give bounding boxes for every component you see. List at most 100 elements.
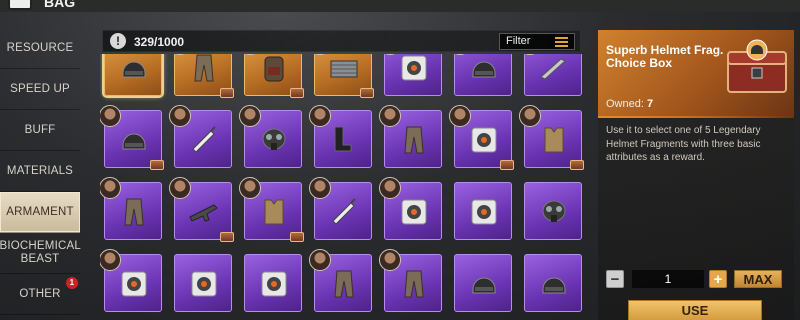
chest-icon — [360, 88, 374, 98]
inventory-item[interactable] — [454, 182, 512, 240]
filter-icon — [555, 37, 568, 47]
inventory-item[interactable] — [309, 249, 372, 312]
chest-icon — [220, 232, 234, 242]
category-resource[interactable]: RESOURCE — [0, 28, 80, 69]
inventory-item[interactable] — [524, 254, 582, 312]
filter-label: Filter — [506, 35, 531, 47]
category-label: SPEED UP — [10, 82, 70, 95]
inventory-item[interactable] — [519, 54, 582, 96]
owned-count-row: Owned: 7 — [606, 98, 653, 110]
hero-portrait — [169, 177, 191, 199]
boots-icon — [334, 126, 352, 152]
inventory-item[interactable] — [244, 254, 302, 312]
filter-button[interactable]: Filter — [499, 33, 575, 50]
hero-portrait — [100, 177, 121, 199]
inventory-item[interactable] — [174, 254, 232, 312]
chest-icon — [290, 88, 304, 98]
category-label: ARMAMENT — [6, 205, 74, 218]
quantity-input[interactable]: 1 — [632, 270, 704, 288]
inventory-item[interactable] — [100, 249, 162, 312]
hero-portrait — [379, 249, 401, 271]
category-materials[interactable]: MATERIALS — [0, 151, 80, 192]
category-speed-up[interactable]: SPEED UP — [0, 69, 80, 110]
blade-icon — [540, 58, 566, 80]
category-buff[interactable]: BUFF — [0, 110, 80, 151]
category-biochemical-beast[interactable]: BIOCHEMICAL BEAST — [0, 233, 81, 274]
hero-portrait — [379, 177, 401, 199]
inventory-item[interactable] — [239, 177, 304, 242]
helmet-icon — [122, 133, 146, 150]
inventory-item[interactable] — [100, 105, 164, 170]
quantity-stepper: − 1 + MAX — [606, 270, 792, 290]
inventory-item[interactable] — [169, 54, 234, 98]
inventory-item[interactable] — [309, 177, 372, 240]
gas-mask-icon — [262, 128, 286, 150]
inventory-item[interactable] — [104, 54, 162, 96]
trousers-icon — [194, 54, 214, 82]
max-button[interactable]: MAX — [734, 270, 782, 288]
inventory-item[interactable] — [519, 105, 584, 170]
gas-mask-icon — [542, 200, 566, 222]
fragment-box-icon — [121, 271, 147, 297]
chest-icon — [570, 160, 584, 170]
category-label: BUFF — [24, 123, 56, 136]
fragment-box-icon — [471, 199, 497, 225]
increase-button[interactable]: + — [709, 270, 727, 288]
crate-icon — [330, 60, 358, 78]
syringe-icon — [192, 126, 216, 153]
top-bar: BAG — [0, 0, 800, 12]
fragment-box-icon — [471, 127, 497, 153]
hero-portrait — [309, 249, 331, 271]
hero-portrait — [100, 105, 121, 127]
inventory-item[interactable] — [169, 177, 234, 242]
inventory-item[interactable] — [239, 54, 304, 98]
use-button[interactable]: USE — [628, 300, 762, 320]
inventory-item[interactable] — [379, 249, 442, 312]
inventory-item[interactable] — [379, 54, 442, 96]
inventory-item[interactable] — [100, 177, 162, 240]
hero-portrait — [239, 105, 261, 127]
category-other[interactable]: OTHER 1 — [0, 274, 80, 315]
divider — [598, 116, 794, 118]
helmet-icon — [472, 277, 496, 294]
hero-portrait — [309, 177, 331, 199]
fragment-box-icon — [401, 199, 427, 225]
trousers-icon — [124, 198, 144, 226]
inventory-item[interactable] — [309, 54, 374, 98]
inventory-item[interactable] — [239, 105, 302, 168]
inventory-item[interactable] — [379, 105, 442, 168]
hero-portrait — [239, 177, 261, 199]
category-label: BIOCHEMICAL BEAST — [0, 240, 81, 265]
hero-portrait — [169, 105, 191, 127]
inventory-item[interactable] — [454, 254, 512, 312]
inventory-item[interactable] — [379, 177, 442, 240]
item-detail-header: Superb Helmet Frag. Choice Box Owned: 7 — [598, 30, 794, 118]
inventory-item[interactable] — [309, 105, 372, 168]
category-armament[interactable]: ARMAMENT — [0, 192, 80, 233]
inventory-item[interactable] — [449, 54, 512, 96]
chest-icon — [290, 232, 304, 242]
decrease-button[interactable]: − — [606, 270, 624, 288]
category-sidebar: RESOURCE SPEED UP BUFF MATERIALS ARMAMEN… — [0, 28, 81, 315]
capacity-bar: ! 329/1000 Filter — [102, 30, 580, 52]
backpack-icon — [264, 56, 284, 82]
vest-icon — [264, 199, 284, 225]
inventory-item[interactable] — [524, 182, 582, 240]
exclamation-icon: ! — [110, 33, 126, 49]
item-detail-panel: Superb Helmet Frag. Choice Box Owned: 7 … — [598, 30, 794, 320]
trousers-icon — [334, 270, 354, 298]
back-button[interactable] — [8, 0, 32, 10]
fragment-box-icon — [401, 55, 427, 81]
hero-portrait — [100, 249, 121, 271]
page-title: BAG — [44, 0, 76, 10]
hero-portrait — [309, 105, 331, 127]
chest-icon — [500, 160, 514, 170]
inventory-item[interactable] — [449, 105, 514, 170]
capacity-count: 329/1000 — [134, 35, 185, 49]
hero-portrait — [449, 105, 471, 127]
owned-count: 7 — [646, 98, 654, 110]
item-description: Use it to select one of 5 Legendary Helm… — [606, 125, 761, 163]
inventory-item[interactable] — [169, 105, 232, 168]
category-label: MATERIALS — [6, 164, 74, 177]
hero-portrait — [519, 105, 541, 127]
